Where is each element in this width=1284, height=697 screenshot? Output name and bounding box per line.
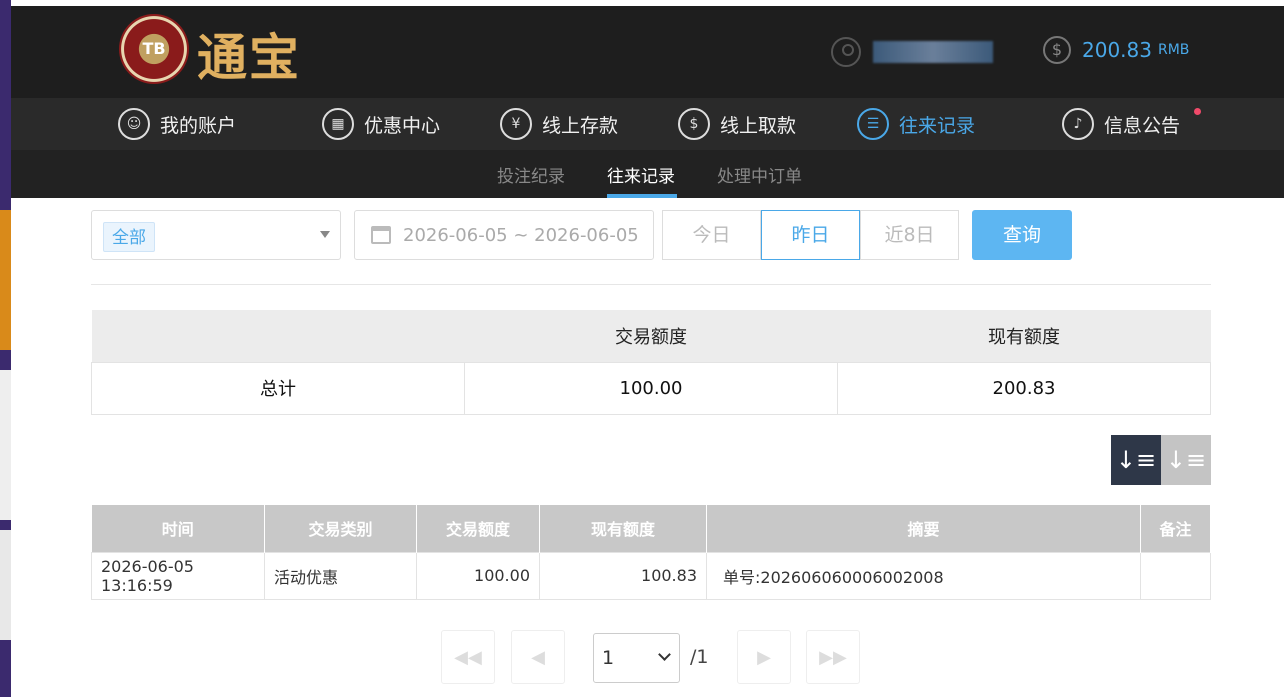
nav-label: 往来记录: [899, 114, 976, 137]
table-row: 2026-06-05 13:16:59 活动优惠 100.00 100.83 单…: [91, 551, 1211, 600]
quick-range-today[interactable]: 今日: [662, 210, 761, 260]
nav-item-records[interactable]: ☰ 往来记录: [857, 106, 975, 142]
quick-range-last-8-days[interactable]: 近8日: [860, 210, 959, 260]
gift-icon: ▦: [322, 108, 354, 140]
cell-type: 活动优惠: [264, 551, 417, 600]
summary-header-amount: 交易额度: [464, 310, 838, 362]
selected-type-tag[interactable]: 全部: [103, 222, 155, 252]
prev-page-icon[interactable]: ◀: [511, 630, 565, 684]
cell-balance: 100.83: [539, 551, 707, 600]
first-page-icon[interactable]: ◀◀: [441, 630, 495, 684]
nav-item-promotions[interactable]: ▦ 优惠中心: [322, 106, 440, 142]
bell-icon: ♪: [1062, 108, 1094, 140]
nav-item-announcements[interactable]: ♪ 信息公告: [1062, 106, 1180, 142]
balance-amount: 200.83: [1082, 38, 1152, 62]
chevron-down-icon: [658, 648, 671, 661]
query-button[interactable]: 查询: [972, 210, 1072, 260]
transaction-type-select[interactable]: 全部: [91, 210, 341, 260]
notification-dot: [1194, 108, 1201, 115]
page-select[interactable]: 1: [593, 633, 680, 683]
logo-badge-text: TB: [142, 39, 166, 58]
summary-table: 交易额度 现有额度 总计 100.00 200.83: [91, 310, 1211, 415]
background-window-strip: [0, 0, 11, 697]
summary-total-label: 总计: [91, 361, 465, 415]
user-icon: [831, 37, 861, 67]
caret-down-icon: [320, 231, 330, 238]
username-blurred: [873, 41, 993, 63]
nav-item-withdraw[interactable]: $ 线上取款: [678, 106, 796, 142]
col-header-remark: 备注: [1140, 505, 1211, 552]
sort-asc-icon[interactable]: ↓≡: [1161, 435, 1211, 485]
summary-total-amount: 100.00: [464, 361, 838, 415]
records-table: 时间 交易类别 交易额度 现有额度 摘要 备注 2026-06-05 13:16…: [91, 505, 1211, 600]
user-account[interactable]: [831, 34, 993, 70]
casino-chip-logo-icon: TB: [119, 14, 189, 84]
withdraw-icon: $: [678, 108, 710, 140]
main-nav: ☺ 我的账户 ▦ 优惠中心 ¥ 线上存款 $ 线上取款 ☰ 往来记录 ♪ 信息公…: [11, 98, 1284, 150]
active-tab-underline: [607, 194, 677, 198]
col-header-balance: 现有额度: [539, 505, 707, 552]
nav-label: 信息公告: [1104, 114, 1181, 137]
divider: [91, 284, 1211, 285]
records-icon: ☰: [857, 108, 889, 140]
quick-range-yesterday[interactable]: 昨日: [761, 210, 860, 260]
logo-text: 通宝: [197, 28, 301, 87]
date-range-text: 2026-06-05 ~ 2026-06-05: [403, 224, 639, 246]
cell-amount: 100.00: [416, 551, 540, 600]
dollar-icon: $: [1043, 36, 1071, 64]
tab-bet-records[interactable]: 投注纪录: [497, 162, 565, 187]
summary-header-blank: [91, 310, 465, 362]
page-root: TB 通宝 $ 200.83 RMB ☺ 我的账户 ▦ 优惠中心 ¥ 线上存款 …: [0, 0, 1284, 697]
tab-transaction-records[interactable]: 往来记录: [607, 162, 675, 187]
user-circle-icon: ☺: [118, 108, 150, 140]
col-header-amount: 交易额度: [416, 505, 540, 552]
nav-item-my-account[interactable]: ☺ 我的账户: [118, 106, 236, 142]
sub-nav: 投注纪录 往来记录 处理中订单: [11, 150, 1284, 198]
nav-label: 线上取款: [720, 114, 797, 137]
col-header-type: 交易类别: [264, 505, 417, 552]
sort-desc-icon[interactable]: ↓≡: [1111, 435, 1161, 485]
nav-label: 我的账户: [160, 114, 237, 137]
site-header: TB 通宝 $ 200.83 RMB: [11, 6, 1284, 98]
date-range-picker[interactable]: 2026-06-05 ~ 2026-06-05: [354, 210, 654, 260]
last-page-icon[interactable]: ▶▶: [806, 630, 860, 684]
tab-pending-orders[interactable]: 处理中订单: [717, 162, 802, 187]
cell-time: 2026-06-05 13:16:59: [91, 551, 265, 600]
deposit-icon: ¥: [500, 108, 532, 140]
current-page: 1: [602, 647, 615, 669]
cell-remark: [1140, 551, 1211, 600]
col-header-time: 时间: [91, 505, 265, 552]
nav-label: 线上存款: [542, 114, 619, 137]
balance-unit: RMB: [1157, 42, 1190, 58]
balance-display: $ 200.83 RMB: [1043, 36, 1189, 64]
site-logo[interactable]: TB 通宝: [119, 14, 319, 87]
summary-header-balance: 现有额度: [837, 310, 1211, 362]
sort-controls: ↓≡ ↓≡: [1111, 435, 1211, 485]
cell-summary: 单号:202606060006002008: [706, 551, 1141, 600]
nav-label: 优惠中心: [364, 114, 441, 137]
calendar-icon: [371, 226, 391, 244]
next-page-icon[interactable]: ▶: [737, 630, 791, 684]
nav-item-deposit[interactable]: ¥ 线上存款: [500, 106, 618, 142]
col-header-summary: 摘要: [706, 505, 1141, 552]
summary-total-balance: 200.83: [837, 361, 1211, 415]
page-total: /1: [690, 646, 709, 668]
